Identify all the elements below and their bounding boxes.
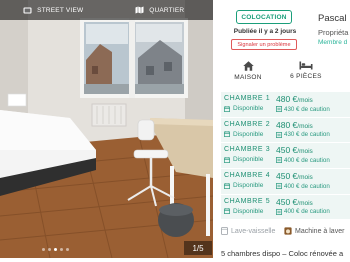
room-name: CHAMBRE 3: [224, 146, 271, 154]
room-name: CHAMBRE 4: [224, 172, 271, 180]
published-date: Publiée il y a 2 jours: [233, 28, 297, 35]
room-availability-label: Disponible: [233, 105, 264, 112]
deposit-icon: [276, 208, 282, 215]
carousel-dot[interactable]: [66, 248, 69, 251]
amenity-washing-machine-label: Machine à laver: [295, 227, 345, 235]
room-price-amount: 450 €: [276, 145, 298, 156]
deposit-icon: [276, 157, 282, 164]
owner-name[interactable]: Pascal: [318, 13, 347, 24]
room-name: CHAMBRE 5: [224, 197, 271, 205]
listing-description-title: 5 chambres dispo – Coloc rénovée a: [221, 249, 344, 258]
room-photo-image: [0, 0, 213, 258]
feature-property-type: MAISON: [223, 61, 273, 81]
room-availability-label: Disponible: [233, 156, 264, 164]
deposit-icon: [276, 183, 282, 190]
room-name: CHAMBRE 2: [224, 120, 271, 128]
room-availability: Disponible: [224, 131, 263, 138]
tab-quartier[interactable]: QUARTIER: [107, 0, 214, 20]
room-availability-label: Disponible: [233, 130, 264, 138]
room-price: 480 €/mois: [276, 94, 313, 104]
tab-street-view-label: STREET VIEW: [37, 6, 84, 14]
calendar-icon: [224, 182, 230, 189]
tab-quartier-label: QUARTIER: [149, 6, 185, 14]
room-availability: Disponible: [224, 156, 263, 163]
carousel-dot[interactable]: [60, 248, 63, 251]
room-availability-label: Disponible: [233, 182, 264, 190]
report-problem-button[interactable]: Signaler un problème: [231, 39, 297, 50]
map-icon: [135, 6, 144, 14]
room-price: 450 €/mois: [276, 197, 313, 207]
room-row[interactable]: CHAMBRE 3 Disponible 450 €/mois 400 € de…: [221, 143, 350, 168]
room-price-amount: 450 €: [276, 171, 298, 182]
room-deposit-label: 430 € de caution: [284, 131, 330, 139]
owner-role: Propriéta: [318, 28, 349, 37]
calendar-icon: [224, 131, 230, 138]
room-deposit-label: 400 € de caution: [284, 156, 330, 164]
room-price: 480 €/mois: [276, 120, 313, 130]
dishwasher-icon: [221, 227, 228, 235]
calendar-icon: [224, 208, 230, 215]
room-price-unit: /mois: [297, 199, 313, 207]
room-price-unit: /mois: [297, 122, 313, 130]
room-deposit-label: 400 € de caution: [284, 182, 330, 190]
room-availability: Disponible: [224, 208, 263, 215]
feature-property-type-label: MAISON: [234, 74, 262, 81]
room-row[interactable]: CHAMBRE 5 Disponible 450 €/mois 400 € de…: [221, 194, 350, 220]
room-availability-label: Disponible: [233, 207, 264, 215]
tab-street-view[interactable]: STREET VIEW: [0, 0, 107, 20]
room-deposit-label: 400 € de caution: [284, 208, 330, 216]
room-price-amount: 480 €: [276, 94, 298, 104]
street-view-icon: [23, 7, 32, 13]
carousel-dot[interactable]: [42, 248, 45, 251]
amenity-dishwasher: Lave-vaisselle: [221, 227, 275, 235]
room-row[interactable]: CHAMBRE 4 Disponible 450 €/mois 400 € de…: [221, 169, 350, 194]
bed-icon: [299, 61, 313, 70]
room-availability: Disponible: [224, 105, 263, 112]
listing-type-badge: COLOCATION: [236, 10, 292, 24]
photo-counter: 1/5: [184, 241, 212, 255]
room-price-unit: /mois: [297, 97, 313, 104]
carousel-dots[interactable]: [42, 248, 69, 251]
room-row[interactable]: CHAMBRE 1 Disponible 480 €/mois 430 € de…: [221, 92, 350, 117]
calendar-icon: [224, 105, 230, 112]
feature-rooms-count: 6 PIÈCES: [281, 61, 331, 80]
room-name: CHAMBRE 1: [224, 95, 271, 102]
room-deposit: 400 € de caution: [276, 157, 330, 164]
room-deposit-label: 430 € de caution: [284, 105, 330, 113]
carousel-dot-active[interactable]: [54, 248, 57, 251]
deposit-icon: [276, 106, 282, 112]
room-list: CHAMBRE 1 Disponible 480 €/mois 430 € de…: [221, 92, 350, 220]
room-deposit: 400 € de caution: [276, 183, 330, 190]
owner-member-since: Membre d: [318, 39, 348, 46]
amenity-washing-machine: Machine à laver: [284, 227, 344, 235]
carousel-dot[interactable]: [48, 248, 51, 251]
room-price-amount: 480 €: [276, 119, 298, 130]
room-photo[interactable]: STREET VIEW QUARTIER 1/5: [0, 0, 213, 258]
deposit-icon: [276, 131, 282, 138]
room-price: 450 €/mois: [276, 145, 313, 155]
photo-tab-bar: STREET VIEW QUARTIER: [0, 0, 213, 20]
room-price-amount: 450 €: [276, 196, 298, 207]
house-icon: [242, 61, 254, 71]
room-price-unit: /mois: [297, 174, 313, 182]
room-deposit: 430 € de caution: [276, 106, 330, 113]
calendar-icon: [224, 157, 230, 163]
room-deposit: 430 € de caution: [276, 131, 330, 138]
room-availability: Disponible: [224, 182, 263, 189]
room-price: 450 €/mois: [276, 171, 313, 181]
room-row[interactable]: CHAMBRE 2 Disponible 480 €/mois 430 € de…: [221, 117, 350, 143]
amenity-dishwasher-label: Lave-vaisselle: [231, 227, 276, 235]
washing-machine-icon: [284, 227, 292, 235]
feature-rooms-count-label: 6 PIÈCES: [290, 73, 322, 80]
room-price-unit: /mois: [297, 148, 313, 156]
room-deposit: 400 € de caution: [276, 208, 330, 215]
